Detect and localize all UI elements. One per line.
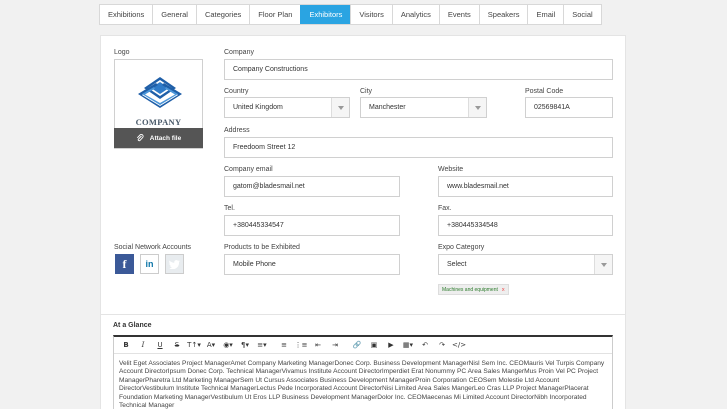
link-icon[interactable]: 🔗 bbox=[350, 339, 364, 352]
fax-input[interactable]: +380445334548 bbox=[438, 215, 613, 236]
expo-category-select[interactable]: Select bbox=[438, 254, 613, 275]
website-label: Website bbox=[438, 166, 464, 173]
exhibitor-form: Logo COMPANY Attach file Company Company… bbox=[100, 35, 626, 315]
country-label: Country bbox=[224, 88, 249, 95]
city-value: Manchester bbox=[369, 104, 406, 111]
tab-social[interactable]: Social bbox=[563, 5, 601, 24]
editor-content[interactable]: Velit Eget Associates Project ManagerAme… bbox=[114, 354, 612, 409]
linkedin-button[interactable]: in bbox=[140, 254, 159, 274]
expo-category-label: Expo Category bbox=[438, 244, 485, 251]
website-input[interactable]: www.bladesmail.net bbox=[438, 176, 613, 197]
text-size-icon[interactable]: T↑▾ bbox=[187, 339, 201, 352]
postal-code-input[interactable]: 02569841A bbox=[525, 97, 613, 118]
products-input[interactable]: Mobile Phone bbox=[224, 254, 400, 275]
address-input[interactable]: Freedoom Street 12 bbox=[224, 137, 613, 158]
at-a-glance-title: At a Glance bbox=[113, 322, 152, 329]
twitter-icon bbox=[169, 259, 180, 269]
tel-label: Tel. bbox=[224, 205, 235, 212]
address-label: Address bbox=[224, 127, 250, 134]
fax-label: Fax. bbox=[438, 205, 452, 212]
linkedin-icon: in bbox=[145, 259, 154, 269]
social-accounts-label: Social Network Accounts bbox=[114, 244, 192, 251]
attach-file-label: Attach file bbox=[149, 134, 182, 142]
logo-company-text: COMPANY bbox=[135, 117, 182, 127]
underline-icon[interactable]: U bbox=[153, 339, 167, 352]
city-label: City bbox=[360, 88, 373, 95]
indent-icon[interactable]: ⇥ bbox=[328, 339, 342, 352]
country-select[interactable]: United Kingdom bbox=[224, 97, 350, 118]
facebook-button[interactable]: f bbox=[115, 254, 134, 274]
category-tag: Machines and equipment x bbox=[438, 284, 509, 295]
tel-input[interactable]: +380445334547 bbox=[224, 215, 400, 236]
tab-categories[interactable]: Categories bbox=[195, 5, 250, 24]
company-logo-icon bbox=[138, 77, 182, 108]
facebook-icon: f bbox=[122, 256, 127, 271]
tab-bar: Exhibitions General Categories Floor Pla… bbox=[99, 4, 602, 25]
chevron-down-icon bbox=[594, 255, 612, 274]
code-view-icon[interactable]: </> bbox=[452, 339, 466, 352]
font-color-icon[interactable]: A▾ bbox=[204, 339, 218, 352]
editor-toolbar: B I U S T↑▾ A▾ ◉▾ ¶▾ ≡▾ ≡ ⋮≡ ⇤ ⇥ 🔗 ▣ ▶ ▦… bbox=[114, 337, 612, 354]
paragraph-icon[interactable]: ¶▾ bbox=[238, 339, 252, 352]
bold-icon[interactable]: B bbox=[119, 339, 133, 352]
expo-category-value: Select bbox=[447, 261, 467, 268]
tab-email[interactable]: Email bbox=[527, 5, 564, 24]
city-select[interactable]: Manchester bbox=[360, 97, 487, 118]
video-icon[interactable]: ▶ bbox=[384, 339, 398, 352]
attach-file-button[interactable]: Attach file bbox=[114, 128, 203, 148]
image-icon[interactable]: ▣ bbox=[367, 339, 381, 352]
tab-general[interactable]: General bbox=[152, 5, 196, 24]
ordered-list-icon[interactable]: ≡ bbox=[277, 339, 291, 352]
email-label: Company email bbox=[224, 166, 273, 173]
highlight-icon[interactable]: ◉▾ bbox=[221, 339, 235, 352]
align-icon[interactable]: ≡▾ bbox=[255, 339, 269, 352]
tab-floor-plan[interactable]: Floor Plan bbox=[249, 5, 301, 24]
company-input[interactable]: Company Constructions bbox=[224, 59, 613, 80]
tab-analytics[interactable]: Analytics bbox=[391, 5, 439, 24]
tab-speakers[interactable]: Speakers bbox=[478, 5, 528, 24]
undo-icon[interactable]: ↶ bbox=[418, 339, 432, 352]
products-label: Products to be Exhibited bbox=[224, 244, 300, 251]
company-label: Company bbox=[224, 49, 254, 56]
postal-code-label: Postal Code bbox=[525, 88, 564, 95]
category-tag-label: Machines and equipment bbox=[442, 286, 498, 293]
redo-icon[interactable]: ↷ bbox=[435, 339, 449, 352]
country-value: United Kingdom bbox=[233, 104, 283, 111]
logo-label: Logo bbox=[114, 49, 130, 56]
rich-text-editor[interactable]: B I U S T↑▾ A▾ ◉▾ ¶▾ ≡▾ ≡ ⋮≡ ⇤ ⇥ 🔗 ▣ ▶ ▦… bbox=[113, 335, 613, 409]
chevron-down-icon bbox=[468, 98, 486, 117]
email-input[interactable]: gatom@bladesmail.net bbox=[224, 176, 400, 197]
strikethrough-icon[interactable]: S bbox=[170, 339, 184, 352]
tab-exhibitions[interactable]: Exhibitions bbox=[100, 5, 153, 24]
tab-events[interactable]: Events bbox=[438, 5, 479, 24]
unordered-list-icon[interactable]: ⋮≡ bbox=[294, 339, 308, 352]
italic-icon[interactable]: I bbox=[136, 339, 150, 352]
remove-tag-icon[interactable]: x bbox=[502, 287, 505, 293]
tab-exhibitors[interactable]: Exhibitors bbox=[300, 5, 351, 24]
chevron-down-icon bbox=[331, 98, 349, 117]
outdent-icon[interactable]: ⇤ bbox=[311, 339, 325, 352]
table-icon[interactable]: ▦▾ bbox=[401, 339, 415, 352]
paperclip-icon bbox=[136, 134, 144, 142]
tab-visitors[interactable]: Visitors bbox=[350, 5, 392, 24]
twitter-button[interactable] bbox=[165, 254, 184, 274]
